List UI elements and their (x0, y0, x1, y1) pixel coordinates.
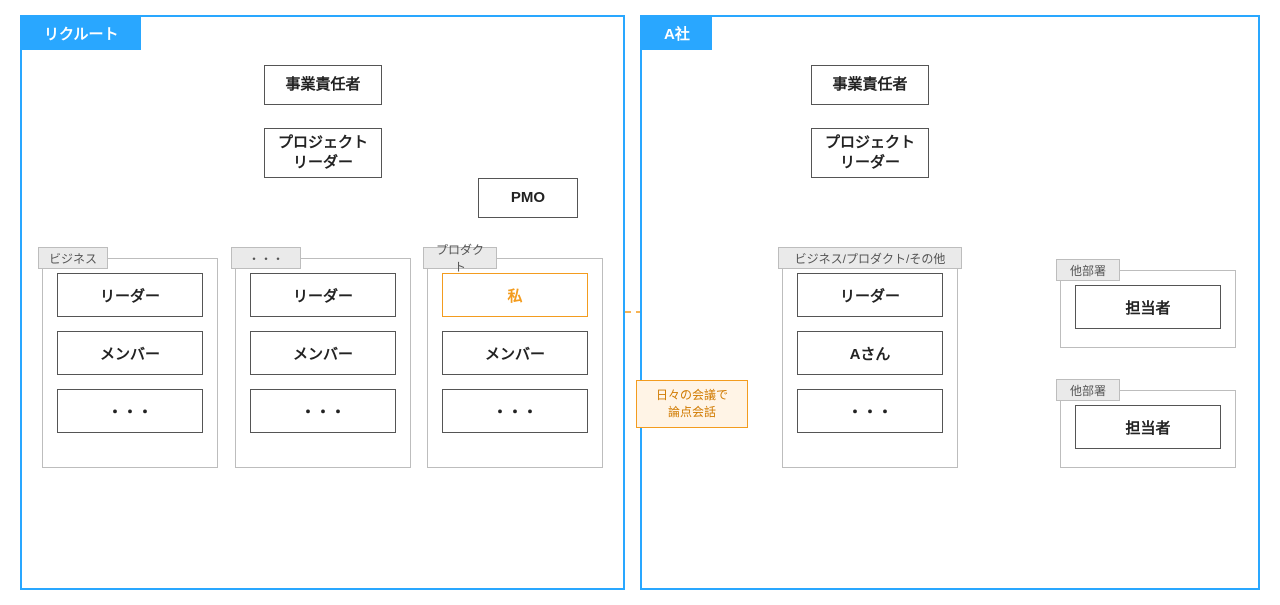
box-a-owner: 事業責任者 (811, 65, 929, 105)
box-dept2-person: 担当者 (1075, 405, 1221, 449)
group-a-main: リーダー Aさん ・・・ (782, 258, 958, 468)
box-business-member: メンバー (57, 331, 203, 375)
box-other-leader: リーダー (250, 273, 396, 317)
panel-title-recruit: リクルート (22, 17, 141, 50)
box-recruit-project-leader: プロジェクト リーダー (264, 128, 382, 178)
box-recruit-owner: 事業責任者 (264, 65, 382, 105)
tag-business: ビジネス (38, 247, 108, 269)
box-a-asan: Aさん (797, 331, 943, 375)
box-business-leader: リーダー (57, 273, 203, 317)
panel-title-company-a: A社 (642, 17, 712, 50)
box-business-more: ・・・ (57, 389, 203, 433)
group-product: 私 メンバー ・・・ (427, 258, 603, 468)
box-a-leader: リーダー (797, 273, 943, 317)
group-dept2: 担当者 (1060, 390, 1236, 468)
box-product-me: 私 (442, 273, 588, 317)
box-a-project-leader: プロジェクト リーダー (811, 128, 929, 178)
box-a-more: ・・・ (797, 389, 943, 433)
group-other: リーダー メンバー ・・・ (235, 258, 411, 468)
group-business: リーダー メンバー ・・・ (42, 258, 218, 468)
tag-dept2: 他部署 (1056, 379, 1120, 401)
box-other-more: ・・・ (250, 389, 396, 433)
group-dept1: 担当者 (1060, 270, 1236, 348)
tag-other: ・・・ (231, 247, 301, 269)
box-recruit-pmo: PMO (478, 178, 578, 218)
tag-product: プロダクト (423, 247, 497, 269)
tag-a-main: ビジネス/プロダクト/その他 (778, 247, 962, 269)
box-other-member: メンバー (250, 331, 396, 375)
note-meeting: 日々の会議で 論点会話 (636, 380, 748, 428)
box-dept1-person: 担当者 (1075, 285, 1221, 329)
box-product-more: ・・・ (442, 389, 588, 433)
box-product-member: メンバー (442, 331, 588, 375)
tag-dept1: 他部署 (1056, 259, 1120, 281)
